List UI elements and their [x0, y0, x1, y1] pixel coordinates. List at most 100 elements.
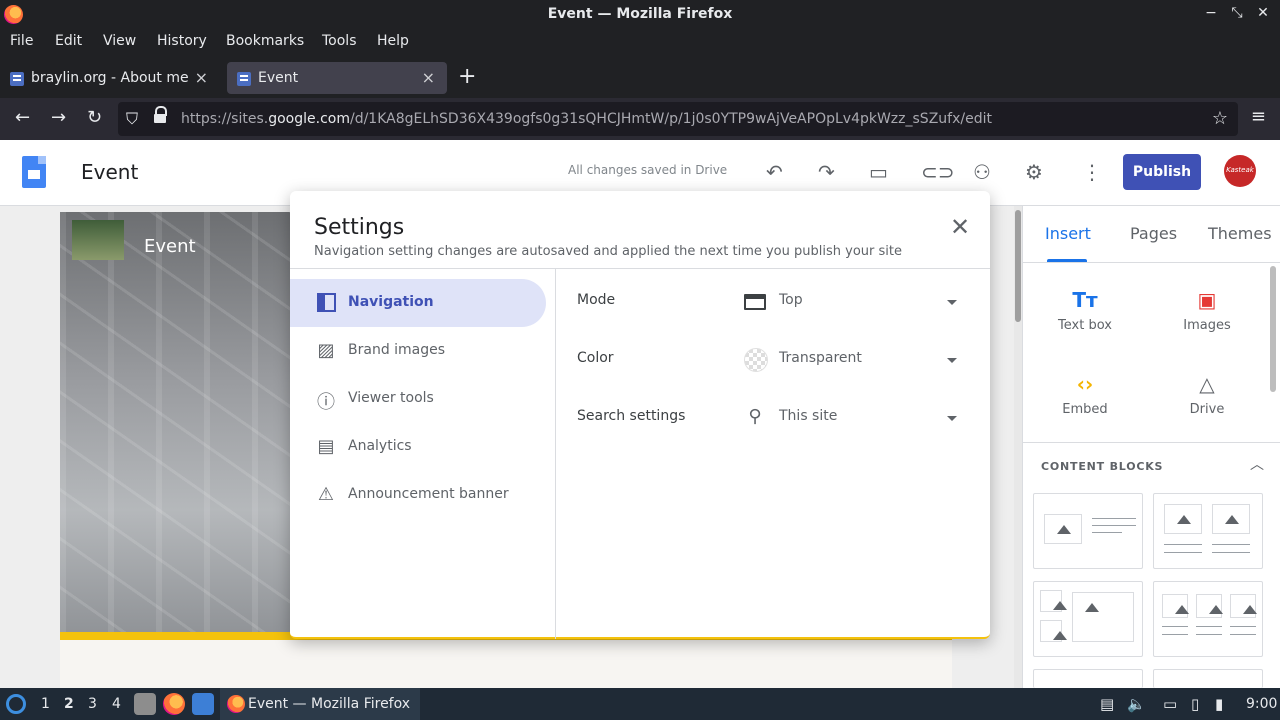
url-bar[interactable]: ⛉ https://sites.google.com/d/1KA8gELhSD3… [118, 102, 1238, 136]
redo-icon[interactable]: ↷ [818, 160, 835, 184]
maximize-button[interactable]: ⤡ [1230, 5, 1244, 21]
text-box-tool[interactable]: Tт Text box [1030, 288, 1140, 333]
lock-icon[interactable] [154, 106, 167, 123]
volume-icon[interactable]: 🔈 [1127, 695, 1146, 713]
setting-label: Color [577, 350, 614, 366]
desktop-icon[interactable] [192, 693, 214, 715]
workspace-4[interactable]: 4 [112, 696, 121, 712]
settings-nav-navigation[interactable]: Navigation [290, 279, 546, 327]
nav-label: Navigation [348, 294, 434, 310]
drive-tool[interactable]: △ Drive [1152, 372, 1262, 417]
menu-tools[interactable]: Tools [322, 33, 357, 49]
menu-edit[interactable]: Edit [55, 33, 82, 49]
close-icon[interactable]: ✕ [950, 213, 970, 241]
tool-label: Text box [1058, 318, 1112, 333]
page-section[interactable] [60, 640, 952, 688]
publish-button[interactable]: Publish [1123, 154, 1201, 190]
more-icon[interactable]: ⋮ [1082, 160, 1102, 184]
tab-braylin[interactable]: braylin.org - About me × [0, 62, 220, 94]
image-placeholder-icon [1040, 590, 1067, 612]
close-window-button[interactable]: ✕ [1256, 5, 1270, 21]
tab-pages[interactable]: Pages [1130, 224, 1177, 243]
tab-event[interactable]: Event × [227, 62, 447, 94]
workspace-2[interactable]: 2 [64, 696, 74, 712]
minimize-button[interactable]: − [1204, 5, 1218, 21]
canvas-scrollbar[interactable] [1014, 206, 1022, 688]
mode-top-icon [744, 294, 766, 310]
bookmark-star-icon[interactable]: ☆ [1212, 108, 1228, 129]
menu-file[interactable]: File [10, 33, 33, 49]
tab-insert[interactable]: Insert [1045, 224, 1091, 243]
menu-help[interactable]: Help [377, 33, 409, 49]
menu-view[interactable]: View [103, 33, 136, 49]
settings-icon[interactable]: ⚙ [1025, 160, 1043, 184]
undo-icon[interactable]: ↶ [766, 160, 783, 184]
tool-label: Embed [1062, 402, 1108, 417]
workspace-1[interactable]: 1 [41, 696, 50, 712]
setting-label: Search settings [577, 408, 686, 424]
layout-block-partial[interactable] [1033, 669, 1143, 688]
settings-nav-viewer-tools[interactable]: ⓘ Viewer tools [290, 375, 546, 423]
announcement-icon: ⚠ [317, 484, 335, 505]
image-icon: ▣ [1197, 288, 1217, 312]
text-line [1092, 518, 1136, 519]
back-arrow-icon[interactable]: ← [15, 107, 30, 128]
chevron-up-icon[interactable]: ︿ [1250, 454, 1264, 474]
menu-history[interactable]: History [157, 33, 207, 49]
tab-themes[interactable]: Themes [1208, 224, 1272, 243]
link-icon[interactable]: ⊂⊃ [921, 160, 955, 184]
new-tab-icon[interactable]: + [458, 64, 476, 89]
settings-nav-brand-images[interactable]: ▨ Brand images [290, 327, 546, 375]
layout-block-two-images[interactable] [1153, 493, 1263, 569]
tray-app-icon[interactable]: ▤ [1100, 695, 1114, 713]
dropdown-arrow-icon[interactable] [947, 300, 957, 305]
setting-color[interactable]: Color Transparent [577, 340, 977, 380]
layout-block-three-images[interactable] [1153, 581, 1263, 657]
setting-value[interactable]: This site [779, 408, 837, 424]
layout-block-gallery[interactable] [1033, 581, 1143, 657]
menu-bookmarks[interactable]: Bookmarks [226, 33, 304, 49]
setting-value[interactable]: Top [779, 292, 803, 308]
text-line [1212, 552, 1250, 553]
taskbar-firefox-task[interactable]: Event — Mozilla Firefox [220, 688, 420, 720]
tab-bar: braylin.org - About me × Event × + [0, 58, 1280, 98]
start-menu-icon[interactable] [6, 694, 26, 714]
close-tab-icon[interactable]: × [422, 68, 435, 87]
images-tool[interactable]: ▣ Images [1152, 288, 1262, 333]
site-doc-title[interactable]: Event [81, 160, 138, 184]
dialog-title: Settings [314, 215, 405, 240]
setting-search[interactable]: Search settings ⚲ This site [577, 398, 977, 438]
divider [290, 268, 990, 269]
avatar[interactable]: Kasteak [1224, 155, 1256, 187]
layout-block-partial[interactable] [1153, 669, 1263, 688]
file-manager-icon[interactable] [134, 693, 156, 715]
clipboard-icon[interactable]: ▯ [1191, 695, 1199, 713]
settings-nav-analytics[interactable]: ▤ Analytics [290, 423, 546, 471]
share-icon[interactable]: ⚇ [973, 160, 991, 184]
layout-block-image-text[interactable] [1033, 493, 1143, 569]
dropdown-arrow-icon[interactable] [947, 358, 957, 363]
forward-arrow-icon[interactable]: → [51, 107, 66, 128]
url-text[interactable]: https://sites.google.com/d/1KA8gELhSD36X… [181, 111, 992, 127]
settings-nav-announcement-banner[interactable]: ⚠ Announcement banner [290, 471, 546, 519]
network-icon[interactable]: ▭ [1163, 695, 1177, 713]
tool-label: Drive [1189, 402, 1225, 417]
firefox-launcher-icon[interactable] [163, 693, 185, 715]
panel-scrollbar[interactable] [1270, 266, 1276, 392]
text-line [1212, 544, 1250, 545]
dropdown-arrow-icon[interactable] [947, 416, 957, 421]
embed-tool[interactable]: ‹› Embed [1030, 372, 1140, 417]
setting-mode[interactable]: Mode Top [577, 282, 977, 322]
close-tab-icon[interactable]: × [195, 68, 208, 87]
setting-value[interactable]: Transparent [779, 350, 862, 366]
preview-icon[interactable]: ▭ [869, 160, 888, 184]
reload-icon[interactable]: ↻ [87, 107, 102, 128]
scroll-thumb[interactable] [1015, 210, 1021, 322]
shield-icon[interactable]: ⛉ [126, 109, 138, 129]
workspace-3[interactable]: 3 [88, 696, 97, 712]
text-line [1196, 634, 1222, 635]
power-icon[interactable]: ▮ [1215, 695, 1223, 713]
google-sites-logo-icon[interactable] [22, 156, 46, 188]
info-icon: ⓘ [317, 392, 335, 413]
hamburger-menu-icon[interactable]: ≡ [1251, 106, 1266, 127]
